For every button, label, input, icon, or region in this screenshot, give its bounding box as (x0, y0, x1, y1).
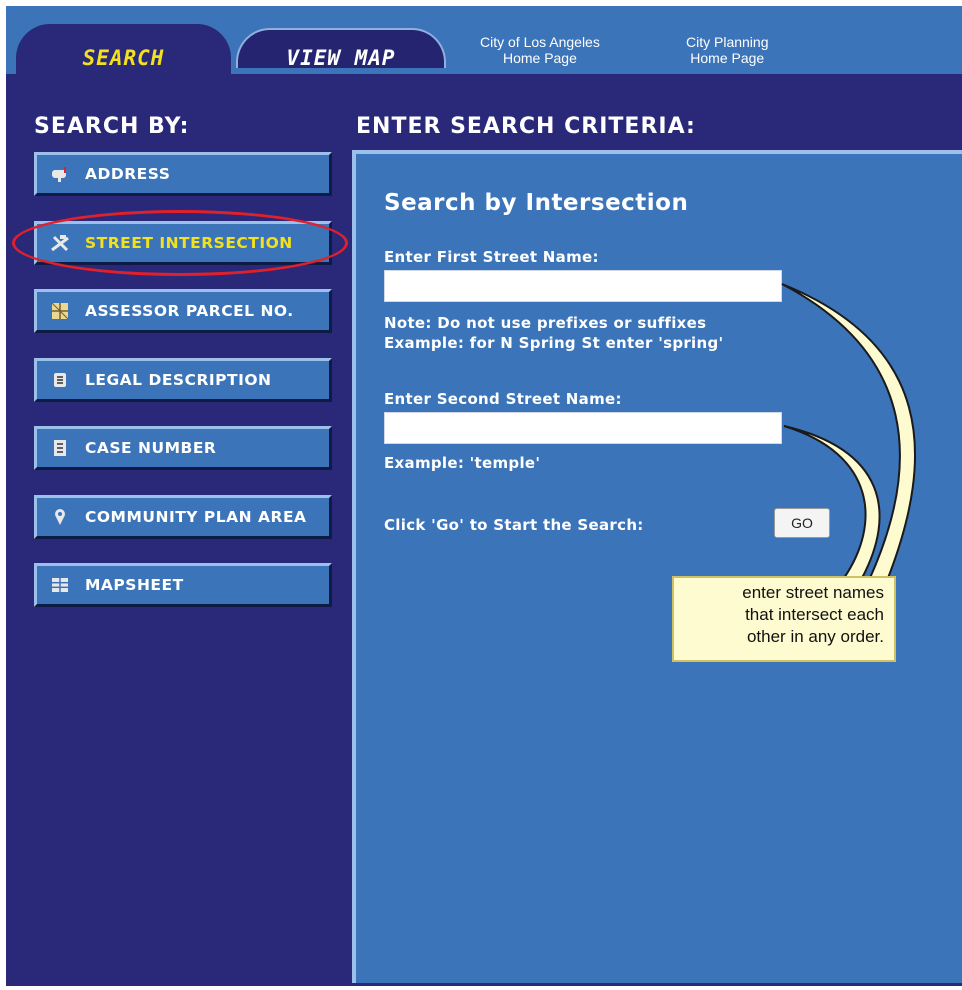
first-street-input[interactable] (384, 270, 782, 302)
nav-address-button[interactable]: ADDRESS (34, 152, 332, 196)
nav-case-number-button[interactable]: CASE NUMBER (34, 426, 332, 470)
note-line-1: Note: Do not use prefixes or suffixes (384, 314, 707, 332)
city-home-link-line1: City of Los Angeles (480, 34, 600, 50)
second-street-input[interactable] (384, 412, 782, 444)
city-home-link-line2: Home Page (502, 50, 577, 66)
first-street-label: Enter First Street Name: (384, 248, 599, 266)
nav-street-intersection-button[interactable]: STREET INTERSECTION (34, 221, 332, 265)
tab-search-label: SEARCH (82, 46, 165, 70)
grid-icon (51, 576, 69, 594)
tooltip: enter street names that intersect each o… (672, 576, 896, 662)
form-title: Search by Intersection (384, 190, 689, 216)
search-by-heading: SEARCH BY: (34, 114, 190, 139)
city-home-link[interactable]: City of Los Angeles Home Page (480, 34, 600, 66)
planning-home-link-line1: City Planning (686, 34, 769, 50)
nav-legal-description-button[interactable]: LEGAL DESCRIPTION (34, 358, 332, 402)
note-line-2: Example: for N Spring St enter 'spring' (384, 334, 724, 352)
mailbox-icon (51, 165, 69, 183)
tab-view-map-label: VIEW MAP (286, 46, 396, 70)
tooltip-line-3: other in any order. (746, 627, 884, 646)
tooltip-line-2: that intersect each (745, 605, 884, 624)
intersection-icon (51, 234, 69, 252)
document-icon (51, 439, 69, 457)
scroll-icon (51, 371, 69, 389)
nav-address-label: ADDRESS (85, 165, 171, 183)
search-criteria-panel: Search by Intersection Enter First Stree… (352, 150, 962, 983)
tooltip-line-1: enter street names (742, 583, 884, 602)
go-button[interactable]: GO (774, 508, 830, 538)
nav-street-intersection-label: STREET INTERSECTION (85, 234, 293, 252)
map-pin-icon (51, 508, 69, 526)
app-frame: SEARCH VIEW MAP City of Los Angeles Home… (6, 6, 962, 986)
nav-legal-description-label: LEGAL DESCRIPTION (85, 371, 272, 389)
second-example: Example: 'temple' (384, 454, 541, 472)
nav-assessor-parcel-label: ASSESSOR PARCEL NO. (85, 302, 294, 320)
nav-community-plan-area-label: COMMUNITY PLAN AREA (85, 508, 307, 526)
planning-home-link[interactable]: City Planning Home Page (686, 34, 769, 66)
tab-search[interactable]: SEARCH (16, 24, 231, 86)
criteria-heading: ENTER SEARCH CRITERIA: (356, 114, 696, 139)
second-street-label: Enter Second Street Name: (384, 390, 622, 408)
nav-case-number-label: CASE NUMBER (85, 439, 217, 457)
parcel-icon (51, 302, 69, 320)
nav-assessor-parcel-button[interactable]: ASSESSOR PARCEL NO. (34, 289, 332, 333)
planning-home-link-line2: Home Page (690, 50, 765, 66)
go-prompt: Click 'Go' to Start the Search: (384, 516, 644, 534)
nav-mapsheet-label: MAPSHEET (85, 576, 184, 594)
tab-view-map[interactable]: VIEW MAP (236, 28, 446, 70)
nav-community-plan-area-button[interactable]: COMMUNITY PLAN AREA (34, 495, 332, 539)
nav-mapsheet-button[interactable]: MAPSHEET (34, 563, 332, 607)
